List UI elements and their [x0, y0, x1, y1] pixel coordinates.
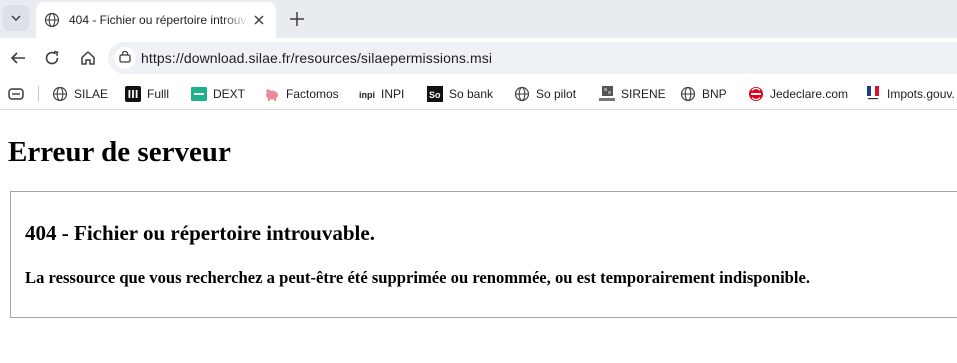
- jedeclare-logo-icon: [748, 86, 764, 102]
- bookmark-factomos[interactable]: Factomos: [264, 82, 339, 106]
- svg-text:inpi: inpi: [359, 90, 375, 100]
- bookmark-label: Fulll: [147, 87, 170, 101]
- apps-icon: [8, 88, 24, 100]
- tab-search-button[interactable]: [3, 5, 29, 31]
- fulll-logo-icon: [125, 86, 141, 102]
- home-button[interactable]: [75, 45, 101, 71]
- bookmark-label: Factomos: [286, 87, 339, 101]
- arrow-left-icon: [10, 52, 25, 64]
- bookmark-so-pilot[interactable]: So pilot: [514, 82, 576, 106]
- tune-icon: [119, 51, 131, 63]
- bookmark-fulll[interactable]: Fulll: [125, 82, 169, 106]
- apps-button[interactable]: [7, 85, 25, 103]
- bookmark-impots[interactable]: Impots.gouv.: [865, 82, 955, 106]
- back-button[interactable]: [5, 45, 31, 71]
- home-icon: [81, 51, 95, 65]
- url-text: https://download.silae.fr/resources/sila…: [141, 50, 493, 66]
- bookmark-label: So bank: [449, 87, 494, 101]
- address-bar[interactable]: https://download.silae.fr/resources/sila…: [108, 42, 957, 74]
- bookmark-label: SIRENE: [621, 87, 666, 101]
- globe-icon: [514, 86, 530, 102]
- site-info-button[interactable]: [114, 47, 136, 69]
- bookmark-label: Jedeclare.com: [770, 87, 849, 101]
- error-message: La ressource que vous recherchez a peut-…: [25, 268, 811, 287]
- bookmark-inpi[interactable]: inpi INPI: [359, 82, 404, 106]
- close-icon: [254, 15, 264, 25]
- bookmark-label: DEXT: [213, 87, 246, 101]
- bookmark-label: INPI: [381, 87, 405, 101]
- bookmark-label: SILAE: [74, 87, 109, 101]
- reload-icon: [45, 50, 59, 65]
- so-logo-icon: So: [427, 86, 443, 102]
- globe-icon: [52, 86, 68, 102]
- bookmark-label: BNP: [702, 87, 727, 101]
- bookmark-label: So pilot: [536, 87, 577, 101]
- reload-button[interactable]: [39, 45, 65, 71]
- dext-logo-icon: [191, 86, 207, 102]
- bookmark-jedeclare[interactable]: Jedeclare.com: [748, 82, 848, 106]
- navigation-bar: https://download.silae.fr/resources/sila…: [0, 38, 957, 78]
- error-heading: 404 - Fichier ou répertoire introuvable.: [25, 221, 375, 245]
- bookmark-bnp[interactable]: BNP: [680, 82, 727, 106]
- bookmarks-bar: SILAE Fulll DEXT Factomos inpi INPI So S…: [0, 78, 957, 110]
- insee-logo-icon: [599, 86, 615, 102]
- inpi-logo-icon: inpi: [359, 86, 375, 102]
- bookmarks-separator: [38, 86, 39, 102]
- svg-text:So: So: [429, 90, 441, 100]
- bookmark-sirene[interactable]: SIRENE: [599, 82, 666, 106]
- error-panel: 404 - Fichier ou répertoire introuvable.…: [10, 191, 957, 318]
- bookmark-silae[interactable]: SILAE: [52, 82, 108, 106]
- globe-icon: [44, 12, 60, 28]
- tab-close-button[interactable]: [250, 11, 268, 29]
- piggy-bank-icon: [264, 86, 280, 102]
- bookmark-label: Impots.gouv.: [887, 87, 955, 101]
- globe-icon: [680, 86, 696, 102]
- impots-logo-icon: [865, 86, 881, 102]
- page-content: Erreur de serveur 404 - Fichier ou réper…: [0, 111, 957, 363]
- tab-strip: 404 - Fichier ou répertoire introuvable.: [0, 0, 957, 38]
- page-title: Erreur de serveur: [8, 136, 231, 168]
- chevron-down-icon: [11, 15, 21, 22]
- new-tab-button[interactable]: [284, 6, 310, 32]
- plus-icon: [290, 12, 304, 26]
- tab-title: 404 - Fichier ou répertoire introuvable.: [69, 13, 249, 27]
- bookmark-dext[interactable]: DEXT: [191, 82, 245, 106]
- active-tab[interactable]: 404 - Fichier ou répertoire introuvable.: [36, 2, 276, 38]
- bookmark-so-bank[interactable]: So So bank: [427, 82, 493, 106]
